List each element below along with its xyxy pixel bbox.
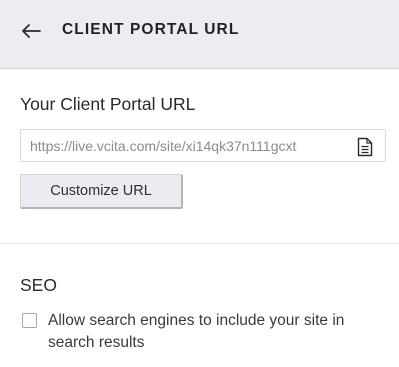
arrow-left-icon <box>22 24 41 38</box>
page-title: CLIENT PORTAL URL <box>62 21 240 38</box>
page-header: CLIENT PORTAL URL <box>0 0 399 69</box>
section-divider <box>0 243 399 244</box>
allow-search-engines-checkbox[interactable] <box>22 313 37 328</box>
portal-url-field[interactable]: https://live.vcita.com/site/xi14qk37n111… <box>20 129 386 162</box>
portal-url-heading: Your Client Portal URL <box>20 94 196 114</box>
allow-search-engines-label[interactable]: Allow search engines to include your sit… <box>48 310 388 354</box>
back-button[interactable] <box>19 19 43 43</box>
portal-url-value: https://live.vcita.com/site/xi14qk37n111… <box>30 138 297 154</box>
document-copy-icon <box>357 137 373 156</box>
copy-url-button[interactable] <box>356 136 374 157</box>
seo-heading: SEO <box>20 275 57 295</box>
customize-url-button[interactable]: Customize URL <box>20 174 183 209</box>
